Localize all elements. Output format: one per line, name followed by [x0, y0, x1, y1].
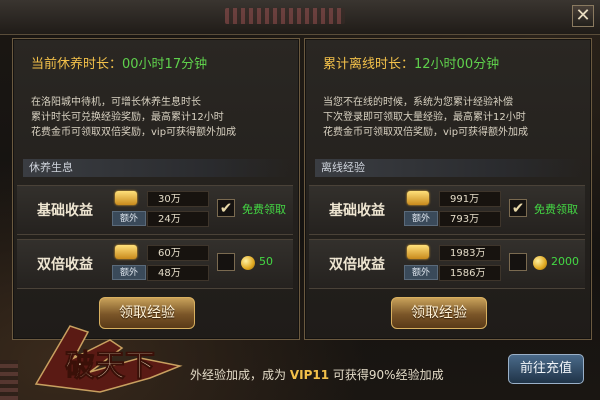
basic-reward-checkbox[interactable]: ✔ — [509, 199, 527, 217]
double-reward-row: 双倍收益 1983万 额外 1586万 2000 — [309, 239, 585, 289]
extra-tag: 额外 — [404, 265, 438, 280]
rest-description: 在洛阳城中待机，可增长休养生息时长 累计时长可兑换经验奖励，最高累计12小时 花… — [31, 95, 236, 140]
basic-reward-row: 基础收益 991万 额外 793万 ✔ 免费领取 — [309, 185, 585, 235]
exp-icon — [407, 245, 429, 259]
double-reward-row: 双倍收益 60万 额外 48万 50 — [17, 239, 293, 289]
desc-line: 当您不在线的时候，系统为您累计经验补偿 — [323, 97, 513, 108]
double-reward-checkbox[interactable] — [217, 253, 235, 271]
rest-section-header: 休养生息 — [23, 159, 291, 177]
vip-level: VIP11 — [289, 368, 330, 382]
basic-reward-checkbox[interactable]: ✔ — [217, 199, 235, 217]
desc-line: 花费金币可领取双倍奖励，vip可获得额外加成 — [31, 127, 237, 138]
free-claim-label: 免费领取 — [534, 203, 578, 216]
obscured-corner — [0, 360, 18, 400]
rest-duration-value: 00小时17分钟 — [122, 57, 208, 72]
logo-text: 破天下 — [65, 349, 155, 384]
basic-base-value: 991万 — [439, 191, 501, 207]
double-extra-value: 1586万 — [439, 265, 501, 281]
close-button[interactable]: ✕ — [572, 5, 594, 27]
gold-coin-icon — [533, 256, 547, 270]
double-reward-checkbox[interactable] — [509, 253, 527, 271]
window-title-obscured — [225, 8, 345, 24]
basic-base-value: 30万 — [147, 191, 209, 207]
double-cost: 2000 — [551, 255, 579, 268]
game-logo: 破天下 — [34, 325, 183, 393]
double-reward-label: 双倍收益 — [329, 257, 385, 273]
claim-exp-button[interactable]: 领取经验 — [391, 297, 487, 329]
extra-tag: 额外 — [112, 211, 146, 226]
exp-icon — [407, 191, 429, 205]
offline-duration-title: 累计离线时长：12小时00分钟 — [323, 57, 500, 72]
rest-panel: 当前休养时长：00小时17分钟 在洛阳城中待机，可增长休养生息时长 累计时长可兑… — [12, 38, 300, 340]
desc-line: 在洛阳城中待机，可增长休养生息时长 — [31, 97, 201, 108]
extra-tag: 额外 — [404, 211, 438, 226]
double-reward-label: 双倍收益 — [37, 257, 93, 273]
free-claim-label: 免费领取 — [242, 203, 286, 216]
double-extra-value: 48万 — [147, 265, 209, 281]
desc-line: 下次登录即可领取大量经验，最高累计12小时 — [323, 112, 526, 123]
rest-duration-title: 当前休养时长：00小时17分钟 — [31, 57, 208, 72]
offline-section-header: 离线经验 — [315, 159, 583, 177]
basic-extra-value: 793万 — [439, 211, 501, 227]
exp-icon — [115, 245, 137, 259]
basic-reward-row: 基础收益 30万 额外 24万 ✔ 免费领取 — [17, 185, 293, 235]
exp-icon — [115, 191, 137, 205]
extra-tag: 额外 — [112, 265, 146, 280]
offline-duration-value: 12小时00分钟 — [414, 57, 500, 72]
basic-reward-label: 基础收益 — [329, 203, 385, 219]
recharge-button[interactable]: 前往充值 — [508, 354, 584, 384]
vip-hint: 外经验加成，成为 VIP11 可获得90%经验加成 — [190, 368, 444, 382]
desc-line: 花费金币可领取双倍奖励，vip可获得额外加成 — [323, 127, 529, 138]
offline-panel: 累计离线时长：12小时00分钟 当您不在线的时候，系统为您累计经验补偿 下次登录… — [304, 38, 592, 340]
double-base-value: 60万 — [147, 245, 209, 261]
double-cost: 50 — [259, 255, 273, 268]
desc-line: 累计时长可兑换经验奖励，最高累计12小时 — [31, 112, 224, 123]
basic-reward-label: 基础收益 — [37, 203, 93, 219]
offline-description: 当您不在线的时候，系统为您累计经验补偿 下次登录即可领取大量经验，最高累计12小… — [323, 95, 528, 140]
close-icon: ✕ — [575, 5, 591, 26]
window-title-bar: ✕ — [0, 0, 600, 35]
basic-extra-value: 24万 — [147, 211, 209, 227]
gold-coin-icon — [241, 256, 255, 270]
double-base-value: 1983万 — [439, 245, 501, 261]
